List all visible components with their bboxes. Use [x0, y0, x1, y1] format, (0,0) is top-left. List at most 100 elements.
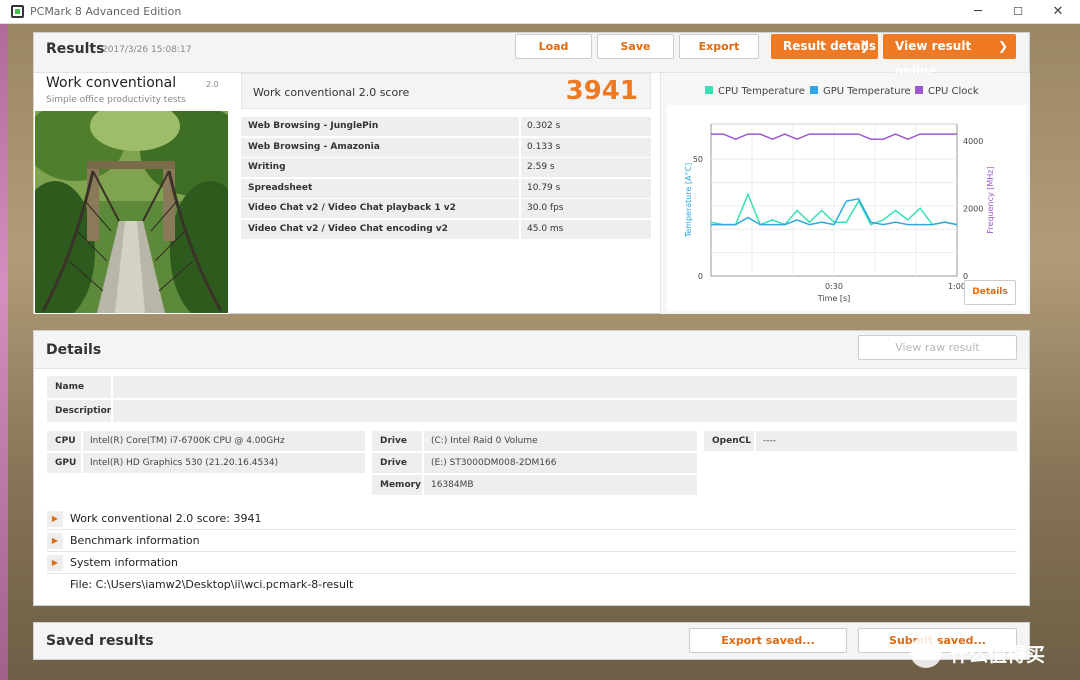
legend-cpu-clock: CPU Clock: [915, 86, 979, 97]
divider: [422, 453, 424, 473]
chevron-right-icon: ❯: [859, 39, 870, 53]
minimize-button[interactable]: ─: [958, 0, 998, 24]
result-details-button[interactable]: Result details ❯: [771, 34, 878, 59]
saved-results-title: Saved results: [46, 633, 154, 649]
x-tick-label: 0:30: [825, 282, 843, 291]
description-label: Description: [55, 406, 114, 416]
file-path: File: C:\Users\iamw2\Desktop\ii\wci.pcma…: [70, 578, 354, 591]
subtest-row: Web Browsing - Amazonia 0.133 s: [241, 138, 651, 157]
subtest-row: Web Browsing - JunglePin 0.302 s: [241, 117, 651, 136]
watermark-logo-icon: [910, 636, 942, 668]
right-axis-label: Frequency [MHz]: [986, 166, 995, 233]
drive-label: Drive: [380, 436, 407, 446]
expand-arrow-icon[interactable]: ▶: [47, 555, 63, 571]
view-online-button[interactable]: View result online ❯: [883, 34, 1016, 78]
divider: [519, 158, 521, 177]
legend-cpu-temperature: CPU Temperature: [705, 86, 805, 97]
right-tick-label: 2000: [963, 204, 983, 213]
export-button[interactable]: Export: [679, 34, 759, 59]
divider: [422, 431, 424, 451]
test-subtitle: Simple office productivity tests: [46, 95, 186, 105]
results-title: Results: [46, 41, 105, 57]
right-tick-label: 4000: [963, 137, 983, 146]
results-date: 2017/3/26 15:08:17: [102, 45, 192, 55]
legend-label: CPU Temperature: [718, 86, 805, 97]
left-tick-label: 50: [693, 155, 703, 164]
expand-arrow-icon[interactable]: ▶: [47, 533, 63, 549]
saved-results-panel: Saved results Export saved... Submit sav…: [33, 622, 1030, 660]
subtest-value: 0.133 s: [527, 142, 561, 152]
subtest-name: Web Browsing - JunglePin: [248, 121, 379, 131]
export-saved-button[interactable]: Export saved...: [689, 628, 847, 653]
divider: [111, 376, 113, 398]
details-title: Details: [46, 342, 102, 358]
drive-row: Drive (E:) ST3000DM008-2DM166: [372, 453, 697, 473]
save-button[interactable]: Save: [597, 34, 674, 59]
gpu-value: Intel(R) HD Graphics 530 (21.20.16.4534): [90, 458, 279, 468]
subtest-name: Web Browsing - Amazonia: [248, 142, 380, 152]
expander-label: System information: [70, 556, 179, 569]
opencl-row: OpenCL ----: [704, 431, 1017, 451]
subtest-name: Video Chat v2 / Video Chat encoding v2: [248, 224, 448, 234]
expand-arrow-icon[interactable]: ▶: [47, 511, 63, 527]
description-row: Description: [47, 400, 1017, 422]
divider: [111, 400, 113, 422]
gpu-row: GPU Intel(R) HD Graphics 530 (21.20.16.4…: [47, 453, 365, 473]
divider: [519, 199, 521, 218]
subtest-row: Video Chat v2 / Video Chat encoding v2 45…: [241, 220, 651, 239]
memory-row: Memory 16384MB: [372, 475, 697, 495]
memory-value: 16384MB: [431, 480, 474, 490]
divider: [519, 220, 521, 239]
legend-label: GPU Temperature: [823, 86, 911, 97]
title-bar: PCMark 8 Advanced Edition ─ ☐ ✕: [0, 0, 1080, 24]
chart-details-button[interactable]: Details: [964, 280, 1016, 305]
details-header: Details View raw result: [34, 331, 1029, 369]
desktop-edge: [0, 24, 8, 680]
subtest-row: Video Chat v2 / Video Chat playback 1 v2…: [241, 199, 651, 218]
subtest-value: 2.59 s: [527, 162, 555, 172]
divider: [519, 179, 521, 198]
app-background: Results 2017/3/26 15:08:17 Load Save Exp…: [0, 24, 1080, 680]
score-expander[interactable]: ▶ Work conventional 2.0 score: 3941: [47, 508, 1017, 530]
divider: [81, 453, 83, 473]
drive-value: (C:) Intel Raid 0 Volume: [431, 436, 538, 446]
drive-value: (E:) ST3000DM008-2DM166: [431, 458, 557, 468]
score-box: Work conventional 2.0 score 3941: [241, 73, 651, 109]
test-image: [35, 111, 228, 313]
test-name: Work conventional: [46, 75, 177, 91]
details-panel: Details View raw result Name Description…: [33, 330, 1030, 606]
divider: [519, 138, 521, 157]
subtest-value: 10.79 s: [527, 183, 561, 193]
view-raw-result-button[interactable]: View raw result: [858, 335, 1017, 360]
system-info-expander[interactable]: ▶ System information: [47, 552, 1017, 574]
drive-row: Drive (C:) Intel Raid 0 Volume: [372, 431, 697, 451]
load-button[interactable]: Load: [515, 34, 592, 59]
x-axis-label: Time [s]: [817, 294, 851, 303]
divider: [422, 475, 424, 495]
window-title: PCMark 8 Advanced Edition: [30, 5, 182, 18]
memory-label: Memory: [380, 480, 421, 490]
name-row: Name: [47, 376, 1017, 398]
subtest-name: Writing: [248, 162, 286, 172]
subtest-value: 45.0 ms: [527, 224, 564, 234]
subtest-name: Video Chat v2 / Video Chat playback 1 v2: [248, 203, 456, 213]
cpu-value: Intel(R) Core(TM) i7-6700K CPU @ 4.00GHz: [90, 436, 285, 446]
left-axis-label: Temperature [A°C]: [684, 163, 693, 239]
score-label: Work conventional 2.0 score: [253, 86, 410, 99]
subtest-value: 30.0 fps: [527, 203, 564, 213]
close-button[interactable]: ✕: [1038, 0, 1078, 24]
chart-area: 0 50 0 2000 4000 0:30 1:00 Time [s] Temp…: [667, 105, 1027, 311]
pcmark-logo-icon: [11, 5, 24, 18]
benchmark-info-expander[interactable]: ▶ Benchmark information: [47, 530, 1017, 552]
test-version: 2.0: [206, 80, 219, 89]
name-label: Name: [55, 382, 85, 392]
subtest-name: Spreadsheet: [248, 183, 313, 193]
maximize-button[interactable]: ☐: [998, 0, 1038, 24]
left-tick-label: 0: [698, 272, 703, 281]
monitoring-chart-panel: CPU Temperature GPU Temperature CPU Cloc…: [660, 73, 1030, 314]
opencl-label: OpenCL: [712, 436, 751, 446]
cpu-label: CPU: [55, 436, 76, 446]
legend-label: CPU Clock: [928, 86, 979, 97]
opencl-value: ----: [763, 436, 776, 446]
gpu-label: GPU: [55, 458, 77, 468]
